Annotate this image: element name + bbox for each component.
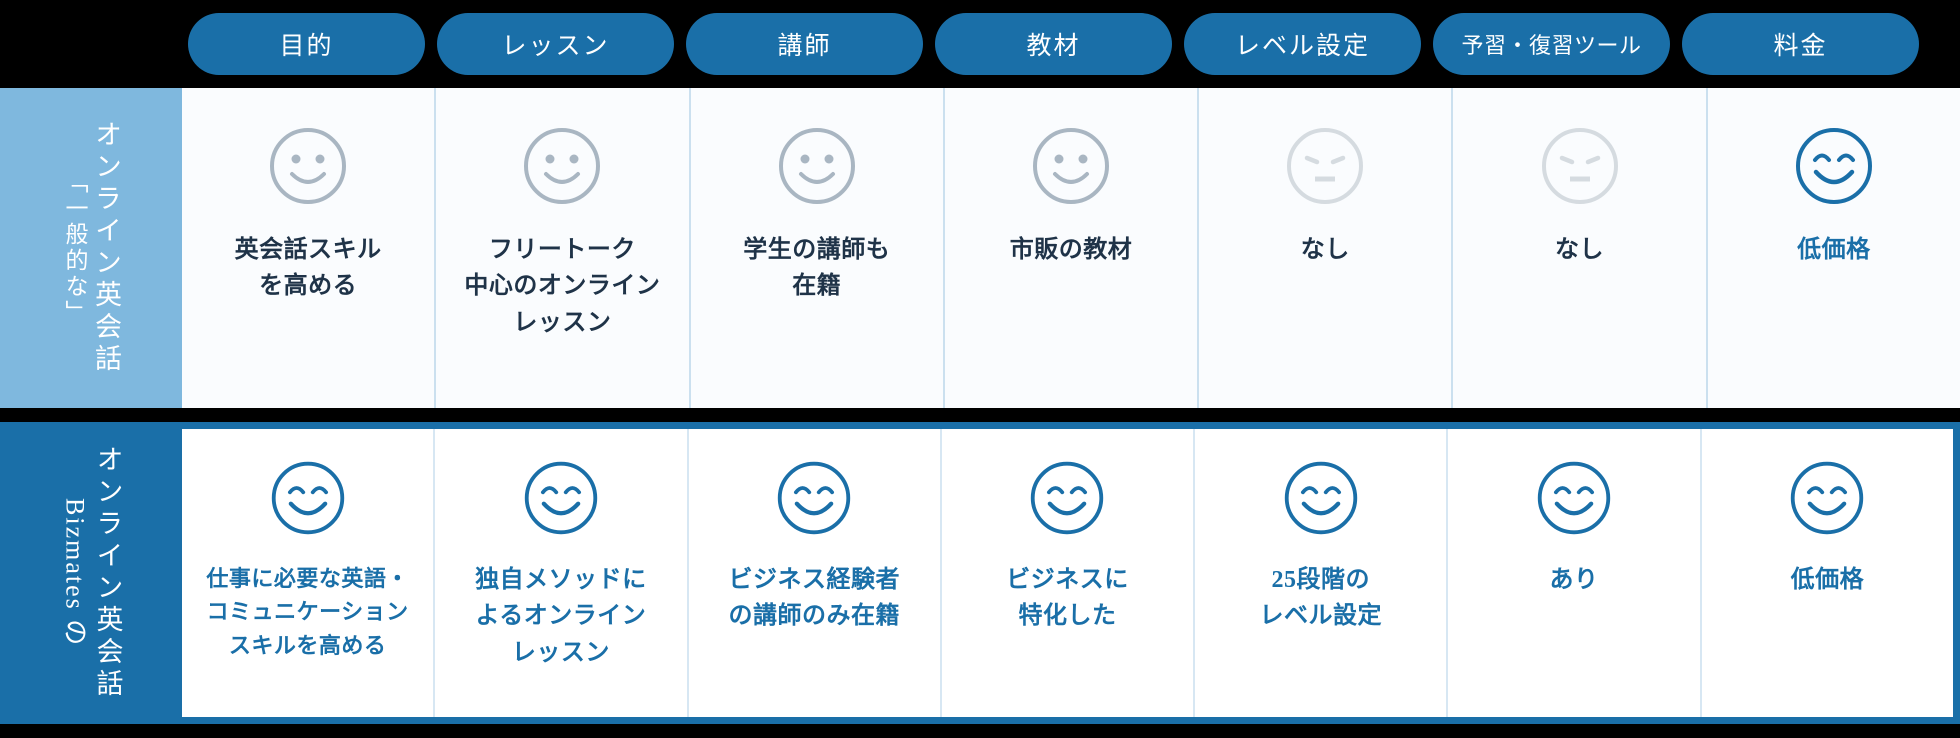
cell-text: なし — [1555, 237, 1605, 263]
header-pill-instructor[interactable]: 講師 — [686, 13, 923, 75]
cell-text: フリートーク 中心のオンライン レッスン — [464, 237, 661, 336]
header-cell-2: 講師 — [680, 0, 929, 88]
cell-generic-purpose: 英会話スキル を高める — [182, 88, 434, 408]
row-label-bizmates: オンライン英会話 Bizmates の — [0, 422, 182, 724]
smiley-neutral-gray-icon — [1032, 128, 1109, 204]
cell-generic-lesson: フリートーク 中心のオンライン レッスン — [434, 88, 688, 408]
cell-text: 市販の教材 — [1009, 237, 1133, 263]
table-header-row: 目的 レッスン 講師 教材 レベル設定 予習・復習ツール 料金 — [0, 0, 1960, 88]
frowning-face-icon — [1287, 128, 1364, 204]
cell-text: 低価格 — [1790, 567, 1865, 593]
row-label-generic-line-0: オンライン英会話 — [91, 120, 121, 376]
cell-text: 独自メソッドに よるオンライン レッスン — [475, 567, 647, 666]
cell-bizmates-lesson: 独自メソッドに よるオンライン レッスン — [433, 429, 686, 717]
table-body: オンライン英会話 「一般的な」 英会話スキル を高める フリートーク 中心のオン… — [0, 88, 1960, 724]
row-bizmates-cells: 仕事に必要な英語・ コミュニケーション スキルを高める 独自メソッドに よるオン… — [182, 422, 1960, 724]
smiley-happy-blue-icon — [778, 461, 851, 535]
row-separator — [0, 408, 1960, 422]
header-pill-prep-review-tool[interactable]: 予習・復習ツール — [1433, 13, 1670, 75]
table-row: オンライン英会話 Bizmates の 仕事に必要な英語・ コミュニケーション … — [0, 422, 1960, 724]
header-pill-level-setting[interactable]: レベル設定 — [1184, 13, 1421, 75]
cell-text: 25段階の レベル設定 — [1259, 567, 1383, 630]
cell-text: 学生の講師も 在籍 — [743, 237, 891, 300]
cell-bizmates-instructor: ビジネス経験者 の講師のみ在籍 — [686, 429, 940, 717]
cell-generic-price: 低価格 — [1705, 88, 1960, 408]
smiley-neutral-gray-icon — [524, 128, 601, 204]
smiley-happy-blue-icon — [1795, 128, 1872, 204]
smiley-neutral-gray-icon — [270, 128, 347, 204]
cell-text: ビジネスに 特化した — [1006, 567, 1129, 630]
row-label-generic-line-1: 「一般的な」 — [62, 170, 87, 326]
row-label-generic: オンライン英会話 「一般的な」 — [0, 88, 182, 408]
smiley-neutral-gray-icon — [778, 128, 855, 204]
header-pill-price[interactable]: 料金 — [1682, 13, 1919, 75]
frowning-face-icon — [1541, 128, 1618, 204]
header-pill-lesson[interactable]: レッスン — [437, 13, 674, 75]
cell-bizmates-price: 低価格 — [1699, 429, 1953, 717]
smiley-happy-blue-icon — [1031, 461, 1104, 535]
cell-bizmates-level-setting: 25段階の レベル設定 — [1193, 429, 1446, 717]
header-cell-0: 目的 — [182, 0, 431, 88]
cell-generic-prep-review-tool: なし — [1451, 88, 1705, 408]
cell-text: 英会話スキル を高める — [234, 237, 382, 300]
row-label-bizmates-line-1: Bizmates の — [60, 498, 90, 648]
cell-text: 仕事に必要な英語・ コミュニケーション スキルを高める — [206, 566, 409, 658]
smiley-happy-blue-icon — [1284, 461, 1357, 535]
smiley-happy-blue-icon — [524, 461, 598, 535]
header-cell-3: 教材 — [929, 0, 1178, 88]
smiley-happy-blue-icon — [271, 461, 344, 535]
row-label-bizmates-line-0: オンライン英会話 — [92, 445, 123, 701]
row-generic-cells: 英会話スキル を高める フリートーク 中心のオンライン レッスン 学生の講師も … — [182, 88, 1960, 408]
header-corner-spacer — [0, 44, 182, 45]
smiley-happy-blue-icon — [1537, 461, 1611, 535]
cell-bizmates-purpose: 仕事に必要な英語・ コミュニケーション スキルを高める — [182, 429, 433, 717]
cell-text: なし — [1300, 237, 1350, 263]
header-cell-6: 料金 — [1676, 0, 1925, 88]
cell-bizmates-materials: ビジネスに 特化した — [939, 429, 1193, 717]
cell-generic-instructor: 学生の講師も 在籍 — [688, 88, 943, 408]
table-row: オンライン英会話 「一般的な」 英会話スキル を高める フリートーク 中心のオン… — [0, 88, 1960, 408]
cell-bizmates-prep-review-tool: あり — [1446, 429, 1699, 717]
header-cell-1: レッスン — [431, 0, 680, 88]
header-pill-materials[interactable]: 教材 — [935, 13, 1172, 75]
cell-text: あり — [1549, 567, 1599, 593]
smiley-happy-blue-icon — [1791, 461, 1864, 535]
cell-generic-level-setting: なし — [1197, 88, 1451, 408]
cell-text: ビジネス経験者 の講師のみ在籍 — [728, 567, 900, 630]
cell-generic-materials: 市販の教材 — [942, 88, 1197, 408]
header-cell-4: レベル設定 — [1178, 0, 1427, 88]
comparison-table: 目的 レッスン 講師 教材 レベル設定 予習・復習ツール 料金 オンライン英会話… — [0, 0, 1960, 738]
header-pill-purpose[interactable]: 目的 — [188, 13, 425, 75]
header-cell-5: 予習・復習ツール — [1427, 0, 1676, 88]
cell-text: 低価格 — [1797, 237, 1871, 263]
